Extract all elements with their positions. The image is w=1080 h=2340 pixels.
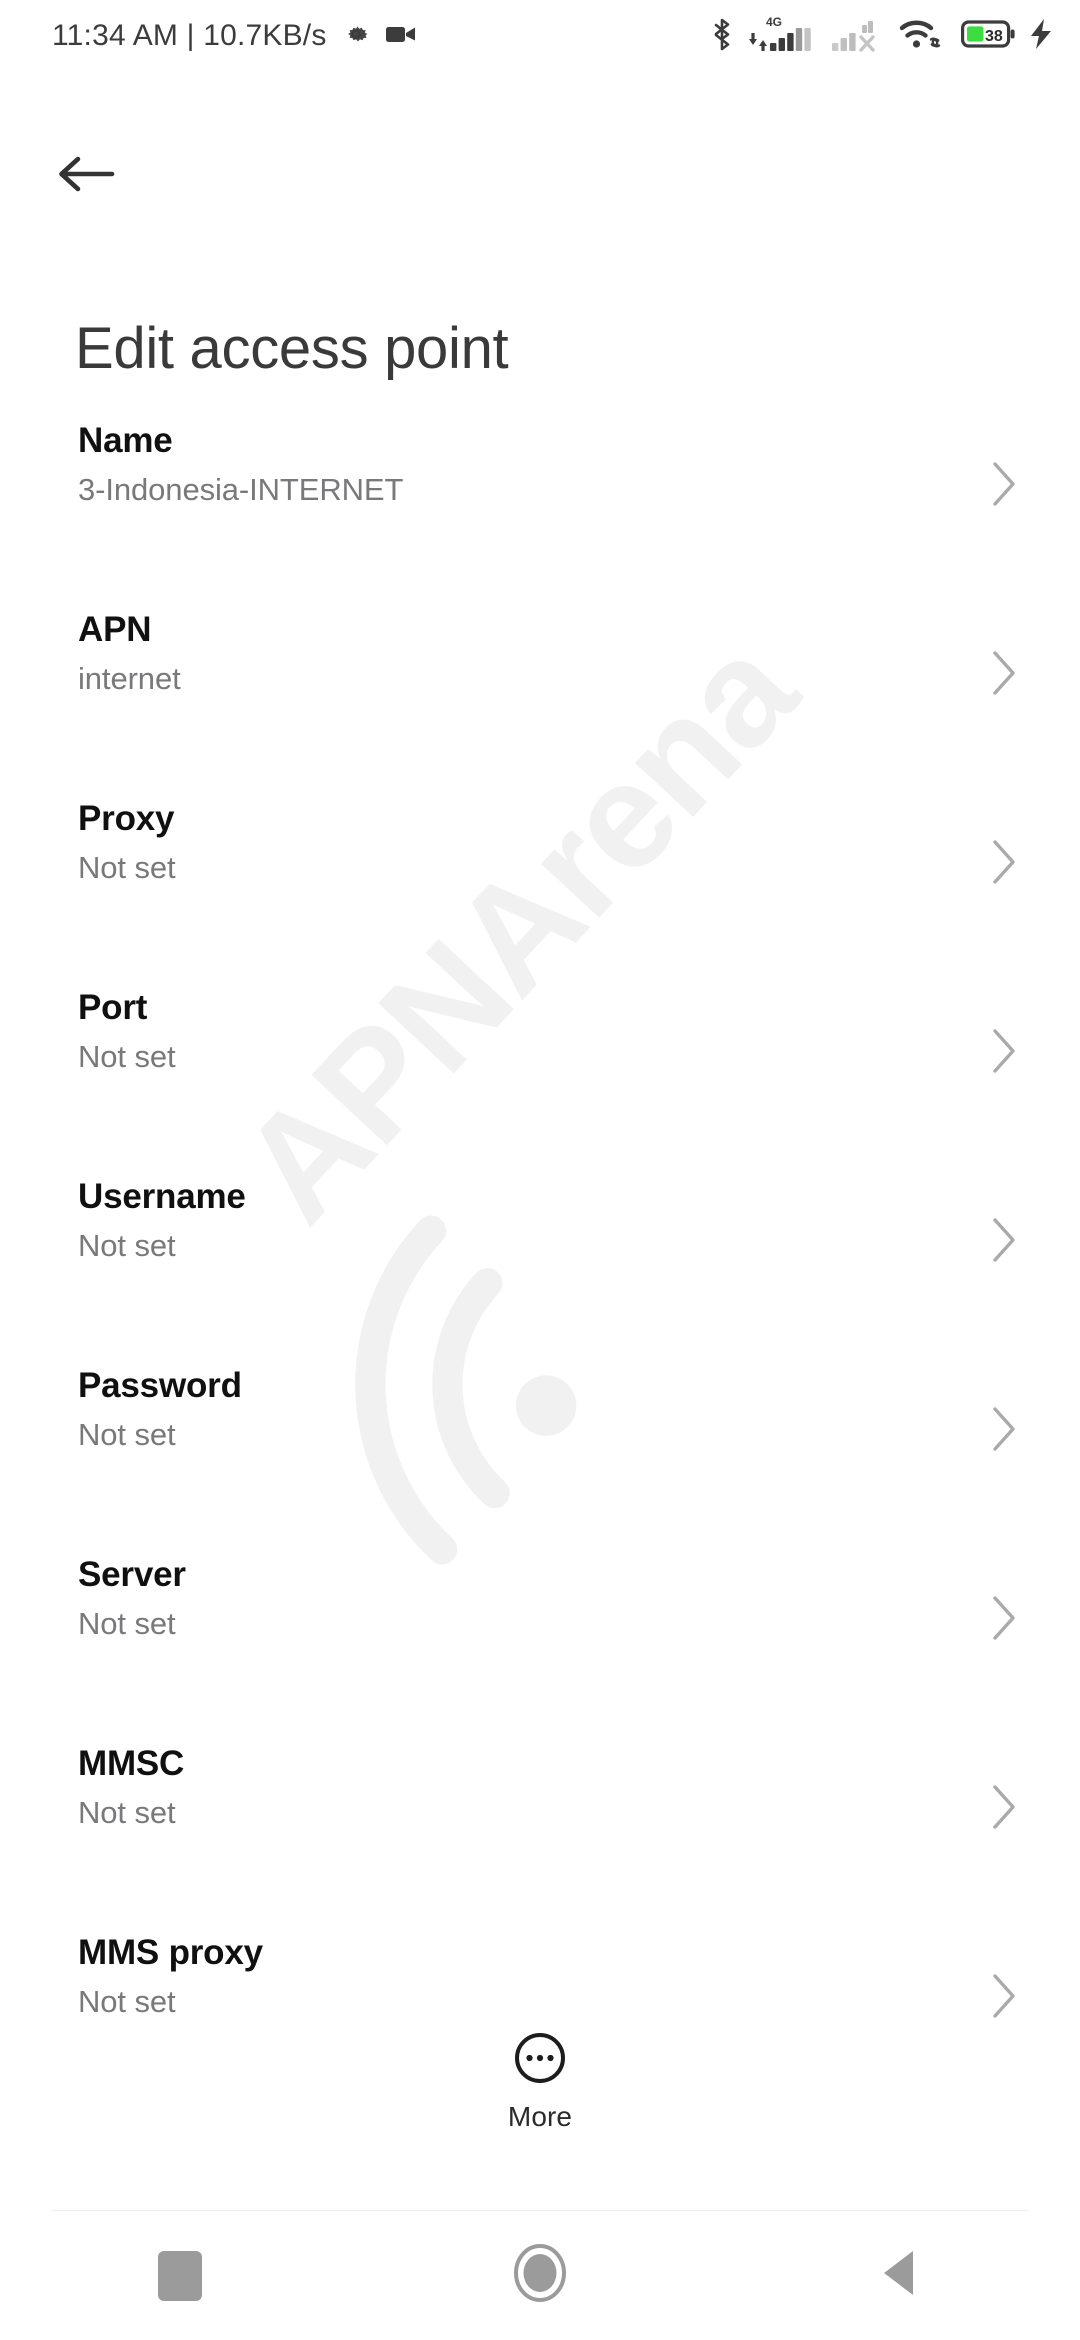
page-title: Edit access point: [75, 316, 509, 381]
list-item[interactable]: Proxy Not set: [0, 780, 1080, 969]
status-bar-left: 11:34 AM | 10.7KB/s: [52, 19, 417, 54]
settings-list[interactable]: Name 3-Indonesia-INTERNET APN internet Proxy…: [0, 402, 1080, 2032]
list-item[interactable]: Server Not set: [0, 1536, 1080, 1725]
list-item-value: internet: [78, 661, 181, 697]
list-item[interactable]: Port Not set: [0, 969, 1080, 1158]
chevron-right-icon: [990, 1405, 1018, 1458]
list-item-value: Not set: [78, 1795, 176, 1831]
chevron-right-icon: [990, 1216, 1018, 1269]
charging-bolt-icon: [1028, 17, 1054, 56]
chevron-right-icon: [990, 1972, 1018, 2025]
list-item-title: Port: [78, 988, 148, 1027]
list-item-title: Password: [78, 1366, 242, 1405]
phone-screen: 11:34 AM | 10.7KB/s 4G 38 APNArena Edit …: [0, 0, 1080, 2340]
status-clock: 11:34 AM | 10.7KB/s: [52, 19, 327, 52]
more-horizontal-circle-icon: [512, 2030, 568, 2091]
list-item-title: Name: [78, 421, 173, 460]
list-item[interactable]: Name 3-Indonesia-INTERNET: [0, 402, 1080, 591]
mobile-signal-no-service-icon: [831, 13, 887, 60]
list-item[interactable]: APN internet: [0, 591, 1080, 780]
recents-square-icon: [158, 2250, 202, 2301]
list-item-value: Not set: [78, 1228, 176, 1264]
svg-text:38: 38: [985, 28, 1003, 45]
list-item-title: Username: [78, 1177, 246, 1216]
list-item[interactable]: Password Not set: [0, 1347, 1080, 1536]
chevron-right-icon: [990, 838, 1018, 891]
more-button[interactable]: More: [0, 2030, 1080, 2133]
bluetooth-icon: [709, 15, 735, 58]
list-item[interactable]: Username Not set: [0, 1158, 1080, 1347]
list-item-value: Not set: [78, 1984, 176, 2020]
list-item[interactable]: MMSC Not set: [0, 1725, 1080, 1914]
chevron-right-icon: [990, 1783, 1018, 1836]
back-triangle-icon: [878, 2247, 922, 2304]
list-item-title: APN: [78, 610, 152, 649]
mobile-signal-4g-icon: 4G: [746, 13, 820, 60]
arrow-left-icon: [56, 152, 116, 201]
chevron-right-icon: [990, 460, 1018, 513]
gear-icon: [341, 19, 371, 54]
navigation-bar: [0, 2211, 1080, 2340]
video-camera-icon: [385, 22, 417, 51]
list-item[interactable]: MMS proxy Not set: [0, 1914, 1080, 2032]
list-item-title: MMS proxy: [78, 1933, 263, 1972]
list-item-title: MMSC: [78, 1744, 185, 1783]
list-item-value: Not set: [78, 1039, 176, 1075]
list-item-value: Not set: [78, 1417, 176, 1453]
list-item-title: Server: [78, 1555, 186, 1594]
svg-text:4G: 4G: [766, 15, 782, 29]
nav-back-button[interactable]: [810, 2211, 990, 2340]
home-circle-icon: [512, 2242, 568, 2309]
list-item-title: Proxy: [78, 799, 175, 838]
nav-home-button[interactable]: [450, 2211, 630, 2340]
list-item-value: Not set: [78, 850, 176, 886]
more-button-label: More: [507, 2101, 573, 2132]
chevron-right-icon: [990, 1027, 1018, 1080]
back-button[interactable]: [44, 134, 128, 218]
list-item-value: Not set: [78, 1606, 176, 1642]
status-bar: 11:34 AM | 10.7KB/s 4G 38: [0, 0, 1080, 72]
chevron-right-icon: [990, 1594, 1018, 1647]
wifi-link-icon: [898, 14, 950, 59]
battery-icon: 38: [961, 18, 1017, 55]
list-item-value: 3-Indonesia-INTERNET: [78, 472, 404, 508]
status-bar-right: 4G 38: [709, 13, 1054, 60]
nav-recents-button[interactable]: [90, 2211, 270, 2340]
chevron-right-icon: [990, 649, 1018, 702]
app-bar: Edit access point: [0, 72, 1080, 402]
